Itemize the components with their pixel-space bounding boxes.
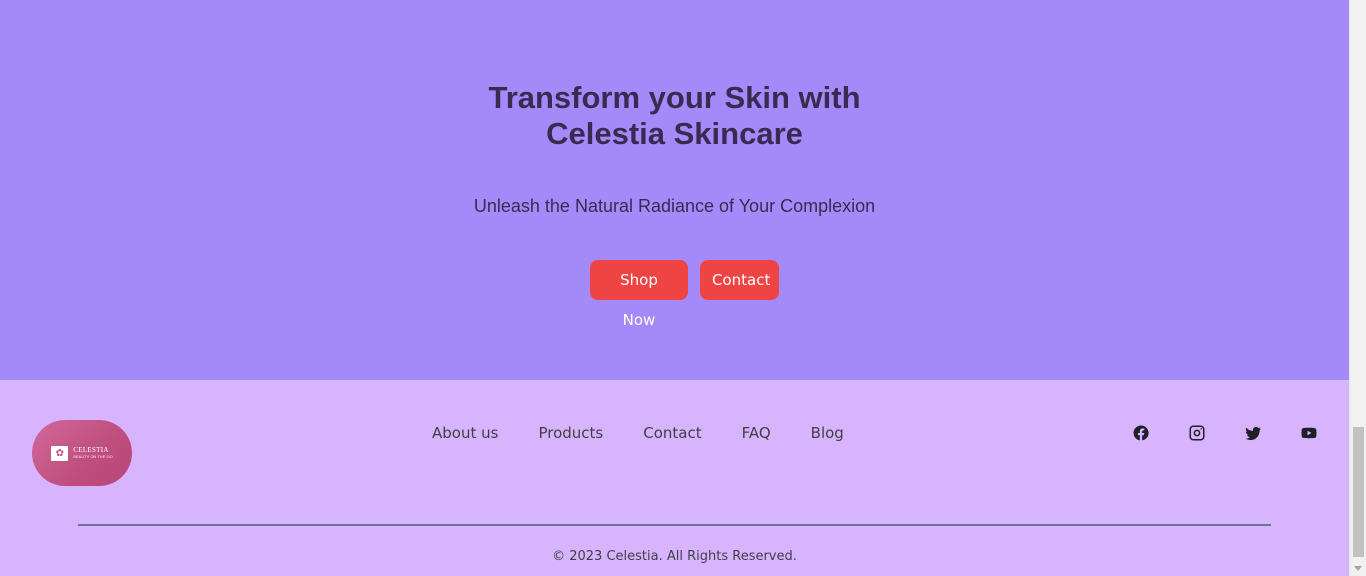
footer-divider (78, 524, 1271, 526)
logo-name: CELESTIA (73, 446, 109, 454)
page: Transform your Skin with Celestia Skinca… (0, 0, 1349, 576)
hero-title-line-2: Celestia Skincare (546, 116, 803, 151)
hero-title: Transform your Skin with Celestia Skinca… (0, 80, 1349, 152)
scroll-down-arrow-icon[interactable] (1354, 566, 1362, 571)
shop-now-button[interactable]: Shop Now (590, 260, 688, 329)
footer-link-contact[interactable]: Contact (643, 423, 701, 443)
scrollbar-thumb[interactable] (1353, 427, 1364, 557)
hero-subtitle: Unleash the Natural Radiance of Your Com… (473, 196, 876, 216)
footer-link-about-us[interactable]: About us (432, 423, 498, 443)
vertical-scrollbar[interactable] (1349, 0, 1366, 576)
copyright-text: © 2023 Celestia. All Rights Reserved. (552, 549, 797, 564)
twitter-icon[interactable] (1243, 423, 1263, 443)
logo-tagline: BEAUTY ON THE GO (73, 454, 113, 459)
instagram-icon[interactable] (1187, 423, 1207, 443)
footer: ✿ CELESTIA BEAUTY ON THE GO About us Pro… (0, 380, 1349, 576)
social-links (1131, 423, 1319, 443)
facebook-icon[interactable] (1131, 423, 1151, 443)
logo-wordmark: CELESTIA BEAUTY ON THE GO (73, 447, 112, 459)
footer-link-faq[interactable]: FAQ (742, 423, 771, 443)
hero-buttons: Shop Now Contact (0, 260, 1349, 329)
celestia-logo[interactable]: ✿ CELESTIA BEAUTY ON THE GO (32, 420, 132, 486)
contact-button[interactable]: Contact (700, 260, 779, 300)
footer-link-products[interactable]: Products (538, 423, 603, 443)
footer-link-blog[interactable]: Blog (811, 423, 844, 443)
hero-section: Transform your Skin with Celestia Skinca… (0, 0, 1349, 380)
hero-title-line-1: Transform your Skin with (488, 80, 861, 115)
youtube-icon[interactable] (1299, 423, 1319, 443)
flower-logo-icon: ✿ (51, 445, 69, 461)
footer-nav: About us Products Contact FAQ Blog (432, 423, 844, 443)
